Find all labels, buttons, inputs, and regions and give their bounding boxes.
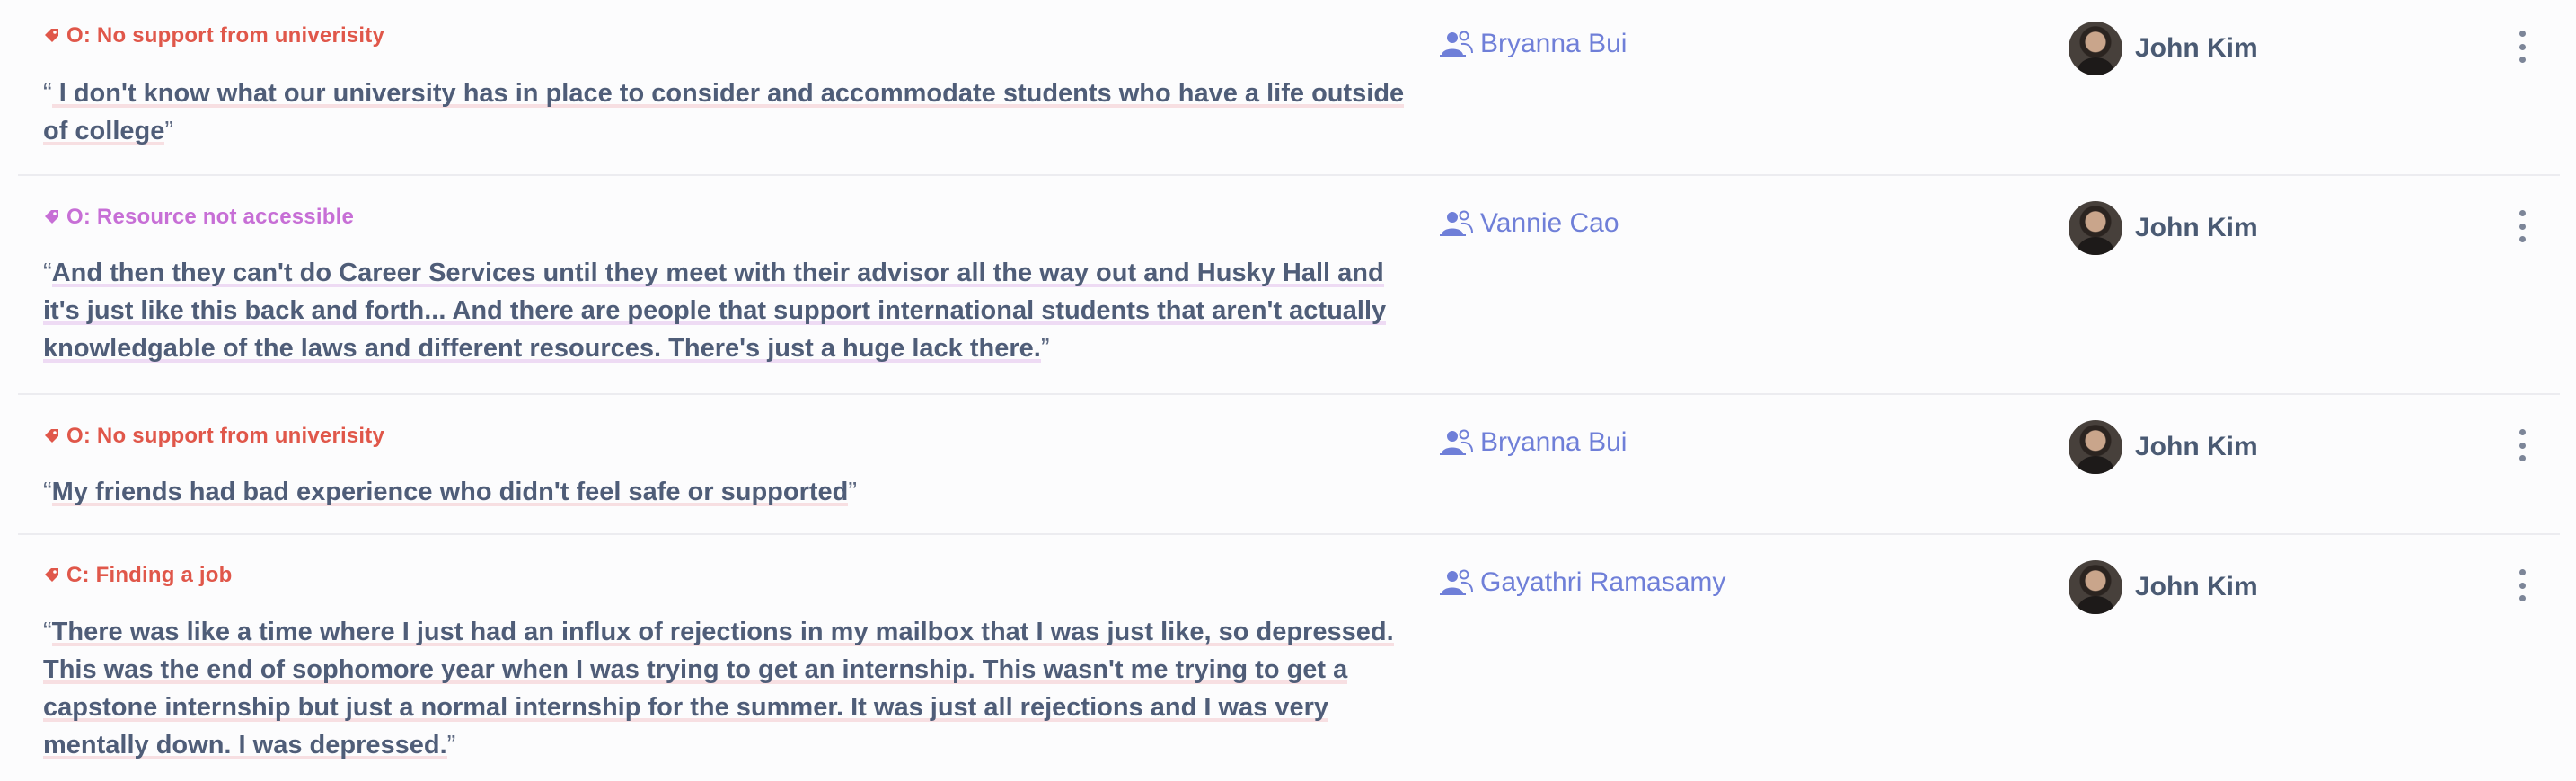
avatar — [2069, 420, 2122, 474]
close-quote-mark: ” — [1040, 334, 1050, 363]
owner-name: John Kim — [2135, 33, 2258, 63]
owner-name: John Kim — [2135, 432, 2258, 461]
quote-row[interactable]: C: Finding a job “There was like a time … — [18, 535, 2560, 781]
participant-name: Gayathri Ramasamy — [1480, 567, 1726, 597]
theme-tag-label: O: No support from univerisity — [66, 424, 385, 448]
theme-tag[interactable]: O: No support from univerisity — [43, 424, 384, 449]
tag-icon — [45, 29, 58, 42]
owner[interactable]: John Kim — [2069, 560, 2258, 614]
quote-body: And then they can't do Career Services u… — [43, 259, 1387, 363]
people-icon — [1440, 429, 1473, 455]
people-icon — [1440, 210, 1473, 236]
theme-tag[interactable]: O: Resource not accessible — [43, 205, 354, 230]
owner[interactable]: John Kim — [2069, 201, 2258, 255]
quote-text: “There was like a time where I just had … — [43, 613, 1426, 764]
participant-name: Bryanna Bui — [1480, 29, 1628, 58]
theme-tag[interactable]: C: Finding a job — [43, 563, 233, 588]
owner-name: John Kim — [2135, 213, 2258, 242]
theme-tag-label: C: Finding a job — [66, 563, 233, 587]
people-icon — [1440, 569, 1473, 595]
tag-icon — [45, 210, 58, 224]
participant[interactable]: Vannie Cao — [1439, 208, 1619, 239]
avatar — [2069, 201, 2122, 255]
quote-text: “ I don't know what our university has i… — [43, 75, 1426, 150]
quote-body: I don't know what our university has in … — [43, 79, 1405, 145]
participant[interactable]: Bryanna Bui — [1439, 427, 1627, 458]
participant-name: Vannie Cao — [1480, 208, 1619, 238]
open-quote-mark: “ — [43, 618, 52, 646]
quote-row[interactable]: O: No support from univerisity “My frien… — [18, 395, 2560, 535]
owner-name: John Kim — [2135, 572, 2258, 601]
participant[interactable]: Bryanna Bui — [1439, 29, 1627, 59]
close-quote-mark: ” — [446, 731, 456, 759]
close-quote-mark: ” — [848, 478, 858, 506]
avatar — [2069, 22, 2122, 75]
tag-icon — [45, 429, 58, 443]
more-vertical-icon[interactable] — [2513, 569, 2531, 601]
open-quote-mark: “ — [43, 259, 52, 287]
open-quote-mark: “ — [43, 478, 52, 506]
quote-row[interactable]: O: Resource not accessible “And then the… — [18, 176, 2560, 395]
quote-text: “And then they can't do Career Services … — [43, 254, 1426, 367]
theme-tag-label: O: Resource not accessible — [66, 205, 354, 229]
owner[interactable]: John Kim — [2069, 420, 2258, 474]
participant[interactable]: Gayathri Ramasamy — [1439, 567, 1725, 598]
tag-icon — [45, 568, 58, 582]
participant-name: Bryanna Bui — [1480, 427, 1628, 457]
more-vertical-icon[interactable] — [2513, 429, 2531, 461]
avatar — [2069, 560, 2122, 614]
people-icon — [1440, 31, 1473, 57]
quote-body: My friends had bad experience who didn't… — [51, 478, 849, 506]
open-quote-mark: “ — [43, 79, 52, 108]
theme-tag[interactable]: O: No support from univerisity — [43, 23, 384, 48]
quote-body: There was like a time where I just had a… — [43, 618, 1394, 759]
more-vertical-icon[interactable] — [2513, 31, 2531, 63]
theme-tag-label: O: No support from univerisity — [66, 23, 385, 48]
owner[interactable]: John Kim — [2069, 22, 2258, 75]
quote-row[interactable]: O: No support from univerisity “ I don't… — [18, 0, 2560, 176]
close-quote-mark: ” — [164, 117, 174, 145]
quote-text: “My friends had bad experience who didn'… — [43, 473, 1426, 511]
more-vertical-icon[interactable] — [2513, 210, 2531, 242]
